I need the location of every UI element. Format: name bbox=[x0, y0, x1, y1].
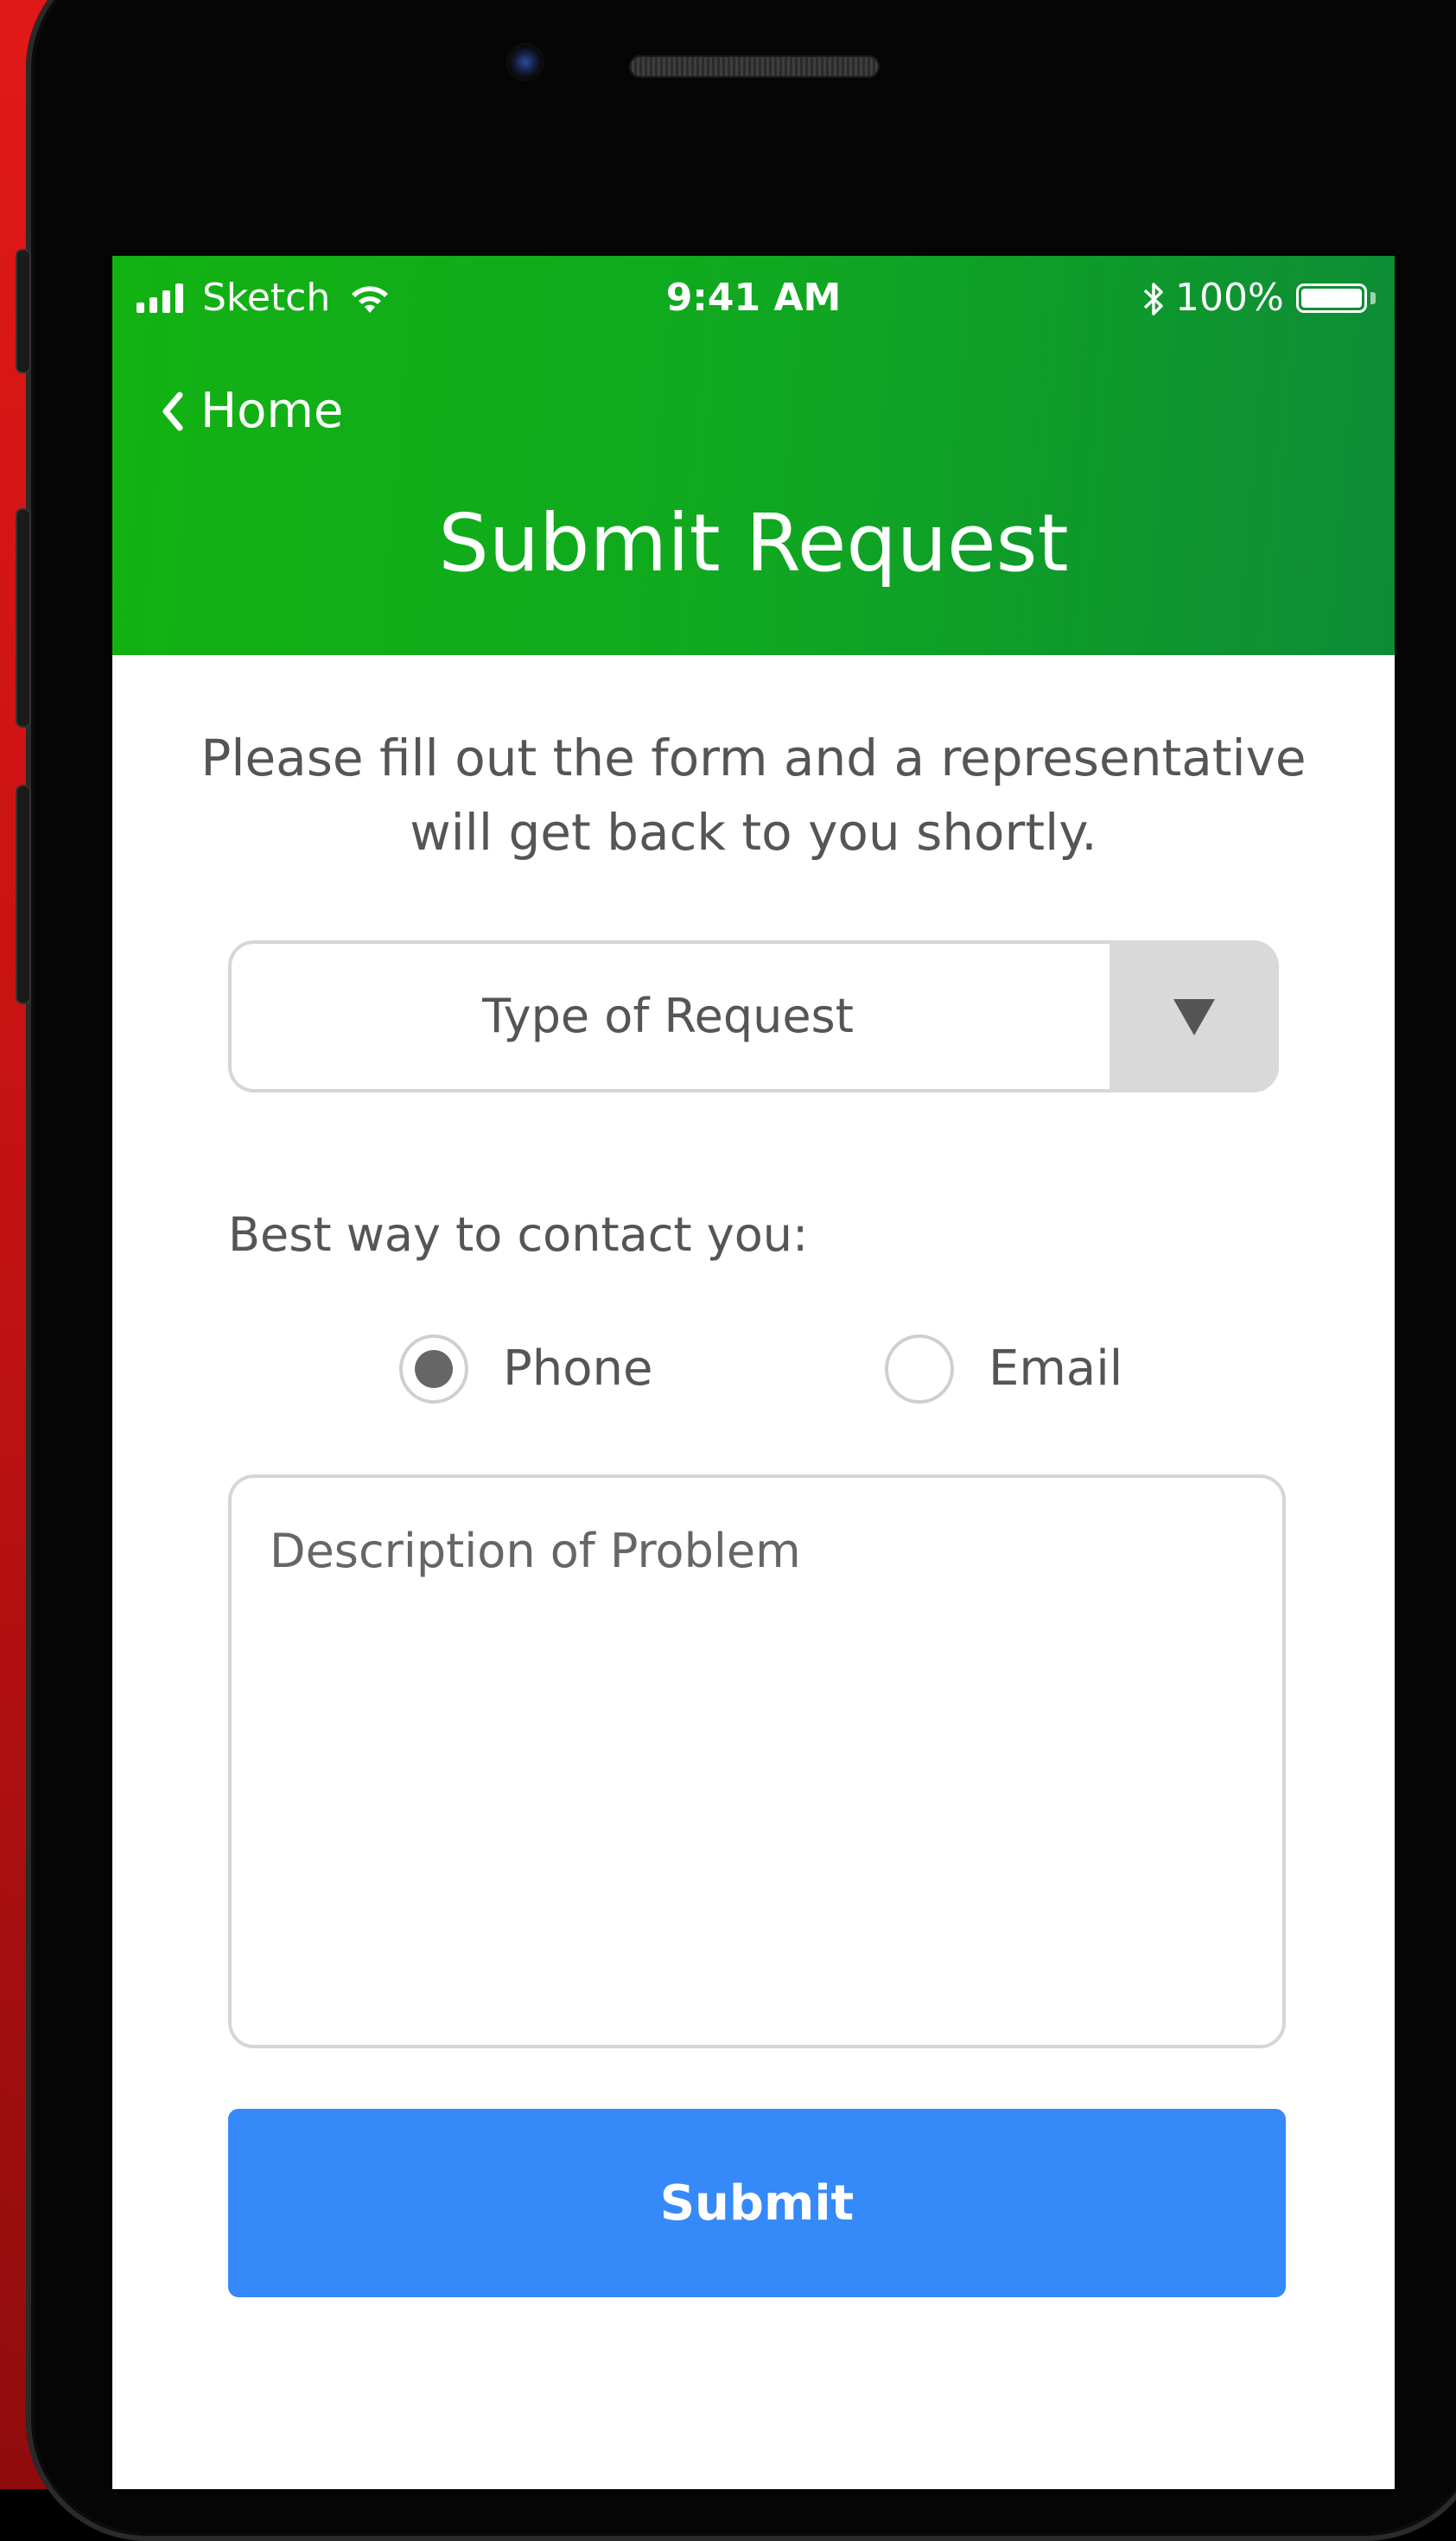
battery-percent: 100% bbox=[1175, 276, 1284, 320]
page-title: Submit Request bbox=[438, 497, 1069, 589]
back-label: Home bbox=[200, 383, 344, 439]
volume-up-button bbox=[17, 510, 29, 726]
radio-email-circle[interactable] bbox=[885, 1334, 954, 1404]
battery-icon bbox=[1296, 283, 1367, 313]
app-screen: Sketch 9:41 AM 100% Home Submit Request … bbox=[112, 256, 1395, 2489]
contact-method-label: Best way to contact you: bbox=[228, 1207, 809, 1262]
request-type-select[interactable]: Type of Request bbox=[228, 940, 1279, 1092]
front-camera bbox=[506, 43, 544, 81]
radio-phone[interactable]: Phone bbox=[399, 1331, 652, 1407]
request-type-value: Type of Request bbox=[482, 989, 854, 1043]
description-input[interactable] bbox=[228, 1474, 1286, 2048]
volume-down-button bbox=[17, 786, 29, 1003]
submit-button[interactable]: Submit bbox=[228, 2109, 1286, 2297]
bluetooth-icon bbox=[1143, 283, 1163, 315]
mute-switch bbox=[17, 251, 29, 372]
dropdown-arrow-button[interactable] bbox=[1109, 940, 1279, 1092]
header: Sketch 9:41 AM 100% Home Submit Request bbox=[112, 256, 1395, 655]
earpiece-speaker bbox=[629, 55, 880, 78]
intro-text: Please fill out the form and a represent… bbox=[200, 729, 1307, 862]
back-button[interactable]: Home bbox=[159, 377, 343, 446]
radio-phone-label: Phone bbox=[503, 1341, 653, 1397]
radio-email-label: Email bbox=[989, 1341, 1123, 1397]
radio-phone-circle[interactable] bbox=[399, 1334, 468, 1404]
radio-email[interactable]: Email bbox=[885, 1331, 1122, 1407]
dropdown-arrow-icon bbox=[1173, 999, 1215, 1035]
status-bar: Sketch 9:41 AM 100% bbox=[112, 256, 1395, 342]
battery-tip bbox=[1370, 292, 1376, 304]
chevron-left-icon bbox=[162, 392, 183, 431]
